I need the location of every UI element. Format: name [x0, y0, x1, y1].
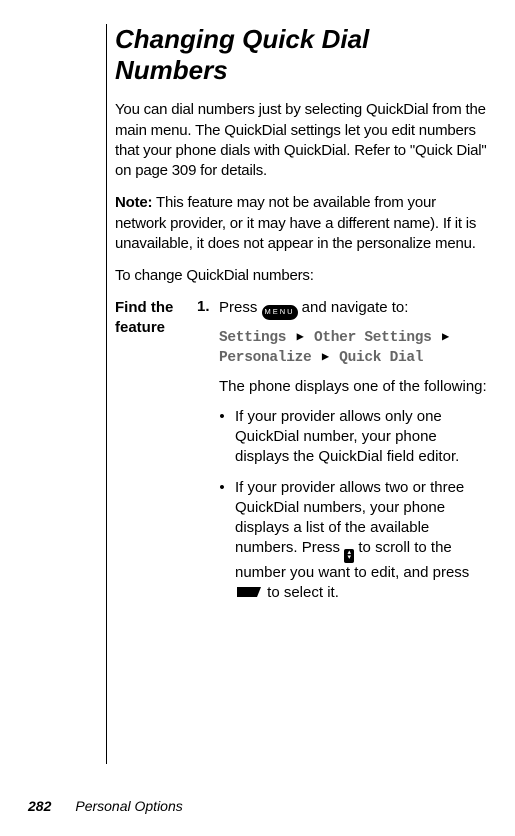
note-paragraph: Note: This feature may not be available …	[115, 193, 487, 254]
section-heading: Changing Quick Dial Numbers	[115, 24, 487, 86]
list-item: • If your provider allows two or three Q…	[219, 478, 487, 606]
step-1-prefix: Press	[219, 299, 262, 316]
instruction-block: Find the feature 1. Press MENU and navig…	[115, 298, 487, 621]
lead-in-text: To change QuickDial numbers:	[115, 266, 487, 286]
step-1-suffix: and navigate to:	[298, 299, 409, 316]
step-1-content: Press MENU and navigate to: Settings ▶ O…	[219, 298, 487, 615]
instructions-right: 1. Press MENU and navigate to: Settings …	[197, 298, 487, 621]
select-key-icon	[235, 585, 263, 605]
path-arrow-icon: ▶	[442, 329, 449, 346]
page-wrap: Changing Quick Dial Numbers You can dial…	[0, 0, 515, 764]
page-footer: 282 Personal Options	[28, 798, 183, 814]
step-1-row: 1. Press MENU and navigate to: Settings …	[197, 298, 487, 615]
list-item: • If your provider allows only one Quick…	[219, 407, 487, 468]
path-settings: Settings	[219, 330, 286, 346]
find-feature-label: Find the feature	[115, 298, 187, 621]
note-label: Note:	[115, 194, 152, 211]
path-quick-dial: Quick Dial	[339, 350, 423, 366]
note-body: This feature may not be available from y…	[115, 194, 476, 252]
menu-path: Settings ▶ Other Settings ▶ Personalize …	[219, 328, 487, 369]
bullet-list: • If your provider allows only one Quick…	[219, 407, 487, 606]
bullet-icon: •	[219, 407, 225, 468]
path-arrow-icon: ▶	[297, 329, 304, 346]
content-area: Changing Quick Dial Numbers You can dial…	[28, 24, 487, 764]
find-feature-line1: Find the	[115, 299, 173, 316]
path-other-settings: Other Settings	[314, 330, 432, 346]
after-path-text: The phone displays one of the following:	[219, 377, 487, 397]
page-number: 282	[28, 798, 51, 814]
step-number: 1.	[197, 298, 215, 615]
scroll-key-icon	[344, 549, 354, 563]
bullet-icon: •	[219, 478, 225, 606]
find-feature-line2: feature	[115, 319, 165, 336]
menu-key-icon: MENU	[262, 305, 298, 320]
main-column: Changing Quick Dial Numbers You can dial…	[106, 24, 487, 764]
bullet-2-post: to select it.	[263, 584, 339, 601]
bullet-1-text: If your provider allows only one QuickDi…	[235, 407, 487, 468]
intro-paragraph: You can dial numbers just by selecting Q…	[115, 100, 487, 181]
path-arrow-icon: ▶	[322, 349, 329, 366]
path-personalize: Personalize	[219, 350, 311, 366]
bullet-2-text: If your provider allows two or three Qui…	[235, 478, 487, 606]
chapter-name: Personal Options	[75, 798, 182, 814]
